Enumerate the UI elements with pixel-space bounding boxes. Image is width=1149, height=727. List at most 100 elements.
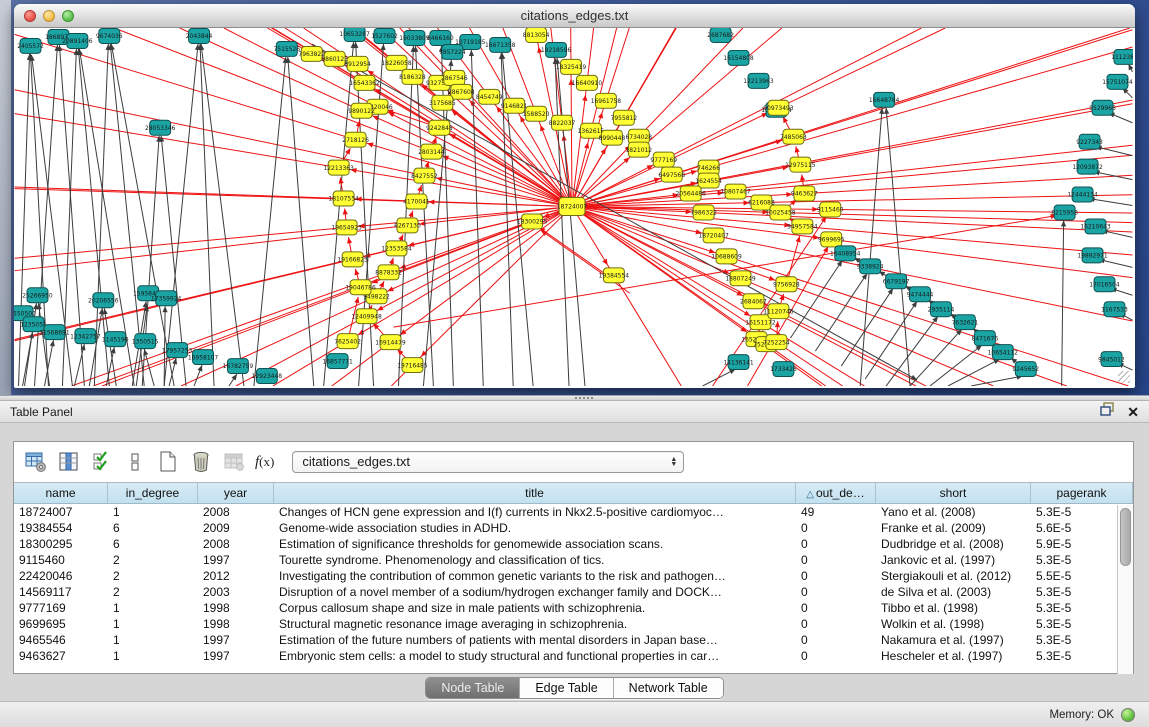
column-header-title[interactable]: title (274, 483, 796, 503)
table-row[interactable]: 1830029562008Estimation of significance … (14, 536, 1133, 552)
graph-node-label: 1350515 (132, 338, 159, 345)
table-row[interactable]: 946554611997Estimation of the future num… (14, 632, 1133, 648)
edge-arrowhead (354, 297, 359, 303)
graph-node-label: 12093872 (1072, 164, 1103, 171)
edge-arrowhead (345, 148, 350, 154)
table-cell: 9699695 (14, 616, 108, 632)
table-row[interactable]: 1872400712008Changes of HCN gene express… (14, 504, 1133, 520)
table-row[interactable]: 2242004622012Investigating the contribut… (14, 568, 1133, 584)
graph-node-label: 18325419 (556, 64, 587, 71)
graph-node-label: 8813054 (523, 32, 550, 39)
graph-node-label: 16408954 (830, 251, 861, 258)
edge-arrowhead (143, 301, 148, 307)
vertical-scrollbar[interactable] (1117, 505, 1133, 674)
graph-node-label: 16033809 (399, 35, 430, 42)
delete-column-button[interactable] (187, 448, 215, 476)
graph-edge (1089, 199, 1133, 206)
scrollbar-thumb[interactable] (1120, 508, 1131, 566)
new-column-button[interactable] (154, 448, 182, 476)
edge-arrowhead (691, 170, 697, 175)
graph-node-label: 19218596 (541, 47, 572, 54)
row-height-button[interactable] (121, 448, 149, 476)
table-row[interactable]: 911546021997Tourette syndrome. Phenomeno… (14, 552, 1133, 568)
graph-node-label: 19384554 (599, 273, 630, 280)
graph-node-label: 19046786 (345, 284, 376, 291)
tab-node-table[interactable]: Node Table (426, 678, 520, 698)
edge-arrowhead (744, 311, 750, 316)
select-columns-button[interactable] (88, 448, 116, 476)
table-cell: 2009 (198, 520, 274, 536)
graph-node-label: 25266950 (22, 292, 53, 299)
window-title: citations_edges.txt (14, 8, 1135, 23)
graph-node-label: 2687682 (707, 32, 734, 39)
table-cell: Hescheler et al. (1997) (876, 648, 1031, 664)
table-header-row: namein_degreeyeartitle△out_de…shortpager… (14, 483, 1133, 504)
network-window-titlebar[interactable]: citations_edges.txt (14, 4, 1135, 28)
show-columns-button[interactable] (55, 448, 83, 476)
graph-node-label: 16961758 (591, 98, 622, 105)
table-row[interactable]: 977716911998Corpus callosum shape and si… (14, 600, 1133, 616)
status-bar: Memory: OK (0, 701, 1149, 727)
tab-network-table[interactable]: Network Table (614, 678, 723, 698)
tab-edge-table[interactable]: Edge Table (520, 678, 613, 698)
column-header-out_de[interactable]: △out_de… (796, 483, 876, 503)
table-toolbar: f(x) citations_edges.txt ▲▼ (14, 442, 1133, 482)
network-canvas[interactable]: 2405572186897920891406967403620438447515… (14, 28, 1133, 386)
table-cell: 1 (108, 504, 198, 520)
table-source-select[interactable]: citations_edges.txt ▲▼ (292, 451, 684, 473)
graph-node-label: 16543362 (349, 80, 380, 87)
graph-node-label: 7625402 (334, 338, 361, 345)
edge-arrowhead (37, 303, 42, 309)
graph-node-label: 9242848 (426, 125, 453, 132)
graph-node-label: 2405572 (17, 43, 44, 50)
graph-node-label: 15751074 (1102, 79, 1133, 86)
table-row[interactable]: 946362711997Embryonic stem cells: a mode… (14, 648, 1133, 664)
table-row[interactable]: 1938455462009Genome-wide association stu… (14, 520, 1133, 536)
float-panel-icon[interactable] (1100, 401, 1115, 423)
column-header-short[interactable]: short (876, 483, 1031, 503)
table-cell: 1998 (198, 600, 274, 616)
graph-edge (930, 345, 982, 386)
graph-node-label: 9146821 (501, 103, 528, 110)
function-builder-button[interactable]: f(x) (255, 454, 274, 471)
graph-node-label: 12353584 (381, 246, 412, 253)
graph-node-label: 16648784 (869, 97, 900, 104)
table-mode-button[interactable] (22, 448, 50, 476)
citation-ray-edge (581, 207, 1132, 232)
graph-node-label: 4170041 (403, 199, 430, 206)
edge-arrowhead (602, 259, 607, 265)
table-cell: Jankovic et al. (1997) (876, 552, 1031, 568)
window-resize-grip[interactable] (1118, 371, 1130, 383)
graph-node-label: 9227343 (1076, 139, 1103, 146)
table-row[interactable]: 969969511998Structural magnetic resonanc… (14, 616, 1133, 632)
graph-node-label: 2684067 (740, 298, 767, 305)
table-cell: 19384554 (14, 520, 108, 536)
edge-arrowhead (417, 185, 422, 191)
table-cell: 22420046 (14, 568, 108, 584)
table-cell: 1 (108, 616, 198, 632)
column-header-year[interactable]: year (198, 483, 274, 503)
table-cell: 18724007 (14, 504, 108, 520)
close-panel-icon[interactable]: ✕ (1127, 405, 1139, 419)
table-cell: 1997 (198, 552, 274, 568)
table-panel-body: f(x) citations_edges.txt ▲▼ namein_degre… (0, 423, 1149, 701)
graph-node-label: 6734028 (626, 134, 653, 141)
table-cell: 9777169 (14, 600, 108, 616)
edge-arrowhead (103, 308, 108, 314)
column-header-pagerank[interactable]: pagerank (1031, 483, 1133, 503)
edge-arrowhead (598, 112, 603, 118)
column-header-name[interactable]: name (14, 483, 108, 503)
table-row[interactable]: 1456911722003Disruption of a novel membe… (14, 584, 1133, 600)
column-header-in_degree[interactable]: in_degree (108, 483, 198, 503)
graph-node-label: 12975115 (785, 162, 816, 169)
graph-node-label: 18807249 (725, 275, 756, 282)
graph-edge (288, 57, 314, 386)
graph-node-label: 9777169 (650, 157, 677, 164)
citation-ray-edge (581, 207, 1132, 213)
table-body: 1872400712008Changes of HCN gene express… (14, 504, 1133, 664)
graph-node-label: 17016504 (1089, 281, 1120, 288)
citation-network-graph[interactable]: 2405572186897920891406967403620438447515… (14, 28, 1133, 386)
edge-arrowhead (381, 44, 386, 50)
graph-node-label: 16671358 (485, 42, 516, 49)
graph-node-label: 12444134 (1067, 192, 1098, 199)
